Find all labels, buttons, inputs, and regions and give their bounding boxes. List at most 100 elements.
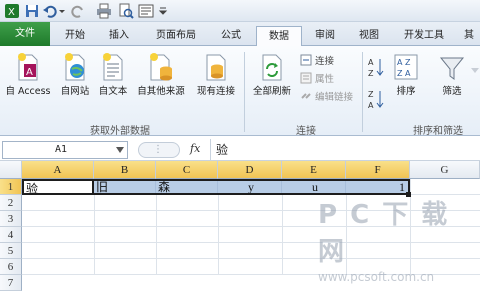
group-divider bbox=[244, 52, 245, 132]
connections-button[interactable]: 连接 bbox=[300, 54, 360, 70]
clear-filter-button[interactable] bbox=[470, 66, 480, 82]
row-header-4[interactable]: 4 bbox=[0, 227, 22, 243]
svg-text:Z: Z bbox=[368, 90, 374, 99]
quick-access-toolbar: X bbox=[0, 0, 480, 22]
group-label-sort-filter: 排序和筛选 bbox=[413, 126, 463, 137]
cell-b1[interactable]: 旧 bbox=[94, 179, 156, 195]
tab-page-layout[interactable]: 页面布局 bbox=[146, 26, 206, 46]
customize-qat-icon[interactable] bbox=[158, 3, 168, 19]
fill-handle[interactable] bbox=[406, 192, 411, 197]
from-access-button[interactable]: A 自 Access bbox=[2, 50, 54, 100]
name-box-dropdown-icon[interactable] bbox=[116, 147, 124, 153]
column-header-f[interactable]: F bbox=[346, 161, 410, 179]
tab-developer[interactable]: 开发工具 bbox=[394, 26, 454, 46]
print-icon[interactable] bbox=[96, 3, 112, 19]
column-header-c[interactable]: C bbox=[156, 161, 218, 179]
form-icon[interactable] bbox=[138, 3, 154, 19]
ribbon-tabs: 文件 开始 插入 页面布局 公式 数据 审阅 视图 开发工具 其 bbox=[0, 22, 480, 47]
row-header-5[interactable]: 5 bbox=[0, 243, 22, 259]
row-header-3[interactable]: 3 bbox=[0, 211, 22, 227]
column-header-g[interactable]: G bbox=[410, 161, 480, 179]
filter-label: 筛选 bbox=[442, 86, 462, 97]
undo-icon[interactable] bbox=[42, 3, 58, 19]
sort-za-icon: ZA bbox=[368, 90, 384, 110]
more-options-icon[interactable]: ⋮ bbox=[153, 144, 163, 155]
sort-ascending-button[interactable]: AZ bbox=[368, 56, 386, 78]
filter-funnel-icon bbox=[439, 57, 465, 80]
properties-label: 属性 bbox=[315, 74, 335, 85]
row-header-2[interactable]: 2 bbox=[0, 195, 22, 211]
cell-d1[interactable]: y bbox=[218, 179, 282, 195]
tab-formulas[interactable]: 公式 bbox=[212, 26, 250, 46]
undo-dropdown-icon[interactable] bbox=[58, 3, 66, 19]
tab-insert[interactable]: 插入 bbox=[100, 26, 138, 46]
tab-home[interactable]: 开始 bbox=[56, 26, 94, 46]
tab-data[interactable]: 数据 bbox=[256, 26, 302, 47]
group-label-connections: 连接 bbox=[296, 126, 316, 137]
fx-icon[interactable]: fx bbox=[190, 142, 200, 155]
sort-az-icon: AZ bbox=[368, 58, 384, 78]
tab-review[interactable]: 审阅 bbox=[306, 26, 344, 46]
worksheet-grid: A B C D E F G 1 2 3 4 5 6 7 验 旧 森 y u 1 bbox=[0, 161, 480, 291]
column-header-d[interactable]: D bbox=[218, 161, 282, 179]
edit-links-label: 编辑链接 bbox=[315, 92, 354, 103]
tab-file[interactable]: 文件 bbox=[0, 22, 50, 46]
filter-button[interactable]: 筛选 bbox=[434, 50, 470, 100]
print-preview-icon[interactable] bbox=[118, 3, 134, 19]
svg-text:Z A: Z A bbox=[397, 69, 411, 78]
cell-a1[interactable]: 验 bbox=[22, 179, 94, 195]
svg-text:A Z: A Z bbox=[397, 58, 411, 67]
from-text-button[interactable]: 自文本 bbox=[94, 50, 132, 100]
from-web-button[interactable]: 自网站 bbox=[56, 50, 94, 100]
column-header-a[interactable]: A bbox=[22, 161, 94, 179]
existing-connections-icon bbox=[206, 54, 226, 81]
cell-f1[interactable]: 1 bbox=[346, 179, 410, 195]
excel-icon[interactable]: X bbox=[4, 3, 20, 19]
column-header-e[interactable]: E bbox=[282, 161, 346, 179]
column-header-b[interactable]: B bbox=[94, 161, 156, 179]
edit-links-icon bbox=[301, 93, 311, 99]
tab-view[interactable]: 视图 bbox=[350, 26, 388, 46]
access-icon: A bbox=[18, 53, 38, 81]
cell-e1[interactable]: u bbox=[282, 179, 346, 195]
from-web-label: 自网站 bbox=[60, 86, 90, 97]
row-header-6[interactable]: 6 bbox=[0, 259, 22, 275]
svg-text:X: X bbox=[8, 7, 15, 18]
group-label-external-data: 获取外部数据 bbox=[90, 126, 150, 137]
formula-divider bbox=[210, 139, 211, 161]
other-sources-icon bbox=[150, 53, 172, 81]
refresh-all-button[interactable]: 全部刷新 bbox=[246, 50, 298, 100]
sort-icon: A Z Z A bbox=[394, 54, 418, 80]
row-header-7[interactable]: 7 bbox=[0, 275, 22, 291]
edit-links-button[interactable]: 编辑链接 bbox=[300, 90, 362, 106]
from-other-sources-button[interactable]: 自其他来源 bbox=[132, 50, 190, 100]
refresh-all-label: 全部刷新 bbox=[252, 86, 291, 97]
cell-c1[interactable]: 森 bbox=[156, 179, 218, 195]
redo-icon[interactable] bbox=[70, 3, 86, 19]
svg-text:A: A bbox=[368, 58, 374, 67]
group-divider bbox=[362, 52, 363, 132]
ribbon-data: A 自 Access 自网站 自文本 自其他来源 现有连接 获取外部数据 全部刷… bbox=[0, 46, 480, 137]
select-all-corner[interactable] bbox=[0, 161, 22, 179]
refresh-all-icon bbox=[262, 54, 282, 81]
formula-bar: A1 ⋮ fx 验 bbox=[0, 139, 480, 161]
existing-connections-label: 现有连接 bbox=[196, 86, 235, 97]
svg-text:A: A bbox=[368, 101, 374, 110]
properties-icon bbox=[300, 72, 312, 84]
clear-filter-icon bbox=[471, 68, 479, 73]
formula-input[interactable]: 验 bbox=[216, 141, 478, 159]
existing-connections-button[interactable]: 现有连接 bbox=[192, 50, 240, 100]
name-box[interactable]: A1 bbox=[2, 141, 128, 159]
sort-button[interactable]: A Z Z A 排序 bbox=[390, 50, 422, 100]
sort-label: 排序 bbox=[396, 86, 416, 97]
row-header-1[interactable]: 1 bbox=[0, 179, 22, 195]
connections-icon bbox=[300, 54, 312, 66]
sort-descending-button[interactable]: ZA bbox=[368, 88, 386, 110]
properties-button[interactable]: 属性 bbox=[300, 72, 360, 88]
svg-text:A: A bbox=[26, 67, 33, 78]
tab-more[interactable]: 其 bbox=[458, 26, 480, 46]
from-text-label: 自文本 bbox=[98, 86, 128, 97]
formula-tools: ⋮ bbox=[138, 142, 180, 158]
save-icon[interactable] bbox=[24, 3, 40, 19]
from-other-sources-label: 自其他来源 bbox=[137, 86, 185, 97]
